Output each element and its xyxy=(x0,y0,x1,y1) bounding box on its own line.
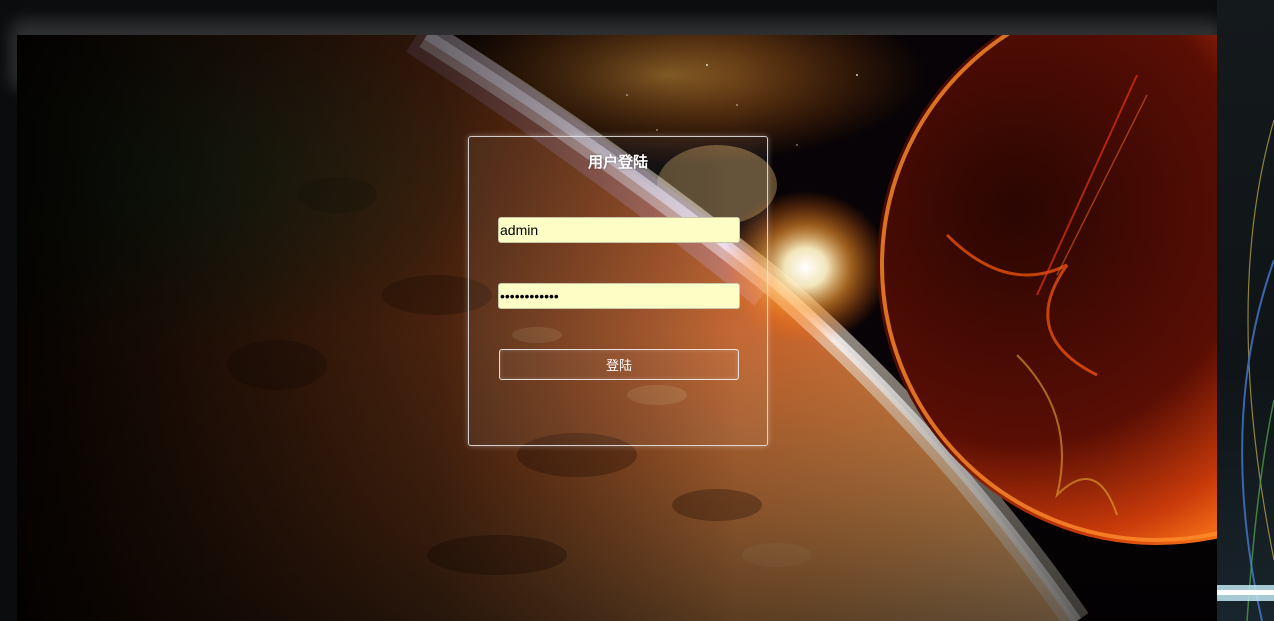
desktop-strip xyxy=(1217,0,1274,621)
login-title: 用户登陆 xyxy=(587,154,648,171)
login-panel: 用户登陆 登陆 xyxy=(468,136,768,446)
login-button[interactable]: 登陆 xyxy=(499,349,739,380)
desktop-arcs xyxy=(1217,119,1274,621)
password-input[interactable] xyxy=(498,283,740,309)
username-input[interactable] xyxy=(498,217,740,243)
login-page: 用户登陆 登陆 xyxy=(0,0,1274,621)
